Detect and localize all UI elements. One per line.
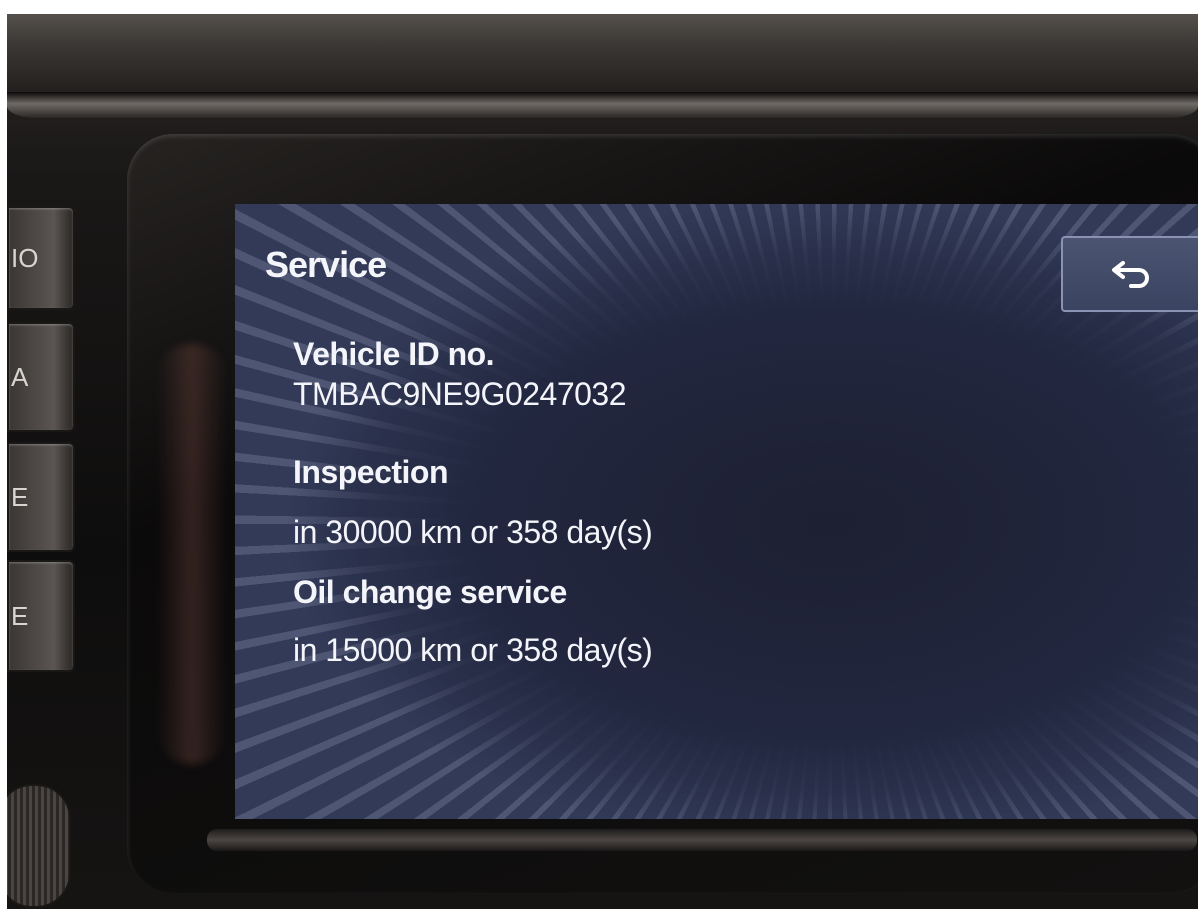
hardware-button-setup[interactable]: E bbox=[7, 560, 75, 672]
hardware-button-label: E bbox=[11, 481, 29, 512]
hardware-button-label: E bbox=[11, 600, 29, 631]
oil-change-label: Oil change service bbox=[293, 574, 567, 610]
dashboard-trim-edge bbox=[7, 92, 1198, 118]
hardware-button-label: IO bbox=[11, 242, 39, 273]
vehicle-id-label: Vehicle ID no. bbox=[293, 336, 495, 372]
service-screen: Service Vehicle ID no. TMBAC9NE9G0247032… bbox=[235, 204, 1198, 819]
oil-change-value: in 15000 km or 358 day(s) bbox=[293, 632, 653, 668]
inspection-label: Inspection bbox=[293, 454, 449, 490]
hardware-button-radio[interactable]: IO bbox=[7, 206, 75, 310]
bezel-bottom-strip bbox=[207, 829, 1197, 851]
back-button[interactable] bbox=[1061, 236, 1198, 312]
hardware-button-phone[interactable]: E bbox=[7, 442, 75, 552]
volume-knob[interactable] bbox=[7, 784, 71, 908]
hardware-button-media[interactable]: A bbox=[7, 322, 75, 432]
page-title: Service bbox=[265, 244, 387, 285]
return-arrow-icon bbox=[1109, 259, 1153, 289]
hardware-button-label: A bbox=[11, 361, 29, 392]
bezel-reflection bbox=[157, 344, 227, 764]
vehicle-id-value: TMBAC9NE9G0247032 bbox=[293, 376, 627, 412]
dashboard-trim bbox=[7, 14, 1198, 89]
infotainment-photo: IO A E E Service Vehicle ID no. TMBAC9NE… bbox=[7, 14, 1198, 909]
screen-vignette bbox=[235, 204, 1198, 819]
inspection-value: in 30000 km or 358 day(s) bbox=[293, 514, 653, 550]
